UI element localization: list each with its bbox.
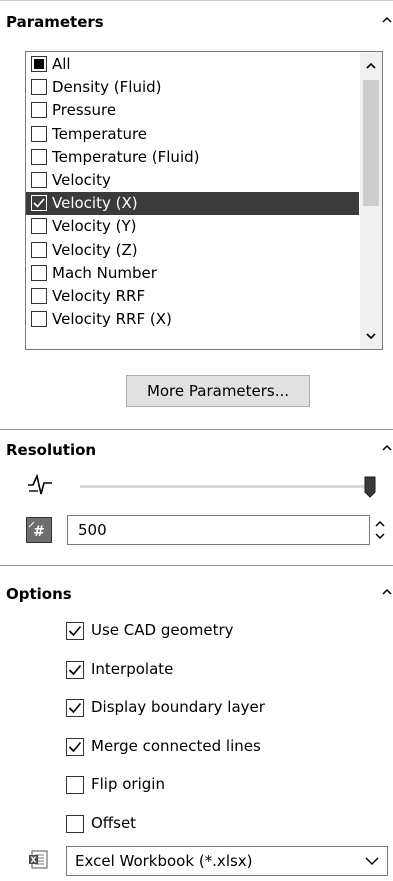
- option-checkbox[interactable]: [66, 776, 84, 794]
- parameter-list-item[interactable]: Temperature: [26, 123, 359, 146]
- option-flip-origin[interactable]: Flip origin: [66, 774, 366, 796]
- parameter-list-item[interactable]: Temperature (Fluid): [26, 146, 359, 169]
- parameter-checkbox[interactable]: [31, 241, 47, 258]
- option-label: Flip origin: [91, 775, 165, 793]
- parameter-checkbox[interactable]: [31, 79, 47, 96]
- parameter-checkbox[interactable]: [31, 311, 47, 328]
- resolution-title: Resolution: [6, 441, 97, 459]
- parameter-list-item[interactable]: All: [26, 53, 359, 76]
- scroll-down-arrow-icon[interactable]: [363, 328, 379, 344]
- parameter-label: Velocity (X): [52, 194, 138, 213]
- scrollbar-thumb[interactable]: [363, 80, 379, 206]
- top-border: [0, 0, 393, 1]
- parameter-checkbox[interactable]: [31, 172, 47, 188]
- section-divider: [0, 429, 393, 430]
- parameter-list-item[interactable]: Velocity RRF: [26, 285, 359, 308]
- export-format-value: Excel Workbook (*.xlsx): [75, 852, 253, 870]
- option-merge-connected-lines[interactable]: Merge connected lines: [66, 736, 366, 758]
- chevron-down-icon: [365, 857, 379, 865]
- parameter-checkbox[interactable]: [31, 148, 47, 165]
- scroll-up-arrow-icon[interactable]: [363, 58, 379, 74]
- option-checkbox[interactable]: [66, 814, 84, 833]
- parameter-label: Mach Number: [52, 263, 157, 282]
- option-checkbox[interactable]: [66, 622, 84, 640]
- parameter-label: Velocity (Y): [52, 217, 137, 236]
- parameters-list[interactable]: All Density (Fluid) Pressure Temperature Tem…: [25, 51, 383, 350]
- parameter-label: Density (Fluid): [52, 78, 162, 97]
- parameter-label: Velocity RRF: [52, 287, 146, 305]
- option-label: Display boundary layer: [91, 698, 265, 716]
- options-title: Options: [6, 585, 72, 603]
- collapse-up-icon[interactable]: [379, 12, 393, 28]
- option-checkbox[interactable]: [66, 660, 84, 679]
- parameter-checkbox[interactable]: [31, 56, 47, 72]
- option-display-boundary-layer[interactable]: Display boundary layer: [66, 697, 366, 719]
- option-offset[interactable]: Offset: [66, 813, 366, 835]
- option-checkbox[interactable]: [66, 737, 84, 756]
- parameter-checkbox[interactable]: [31, 288, 47, 304]
- parameter-checkbox[interactable]: [31, 264, 47, 281]
- parameter-checkbox[interactable]: [31, 102, 47, 119]
- parameter-list-item[interactable]: Pressure: [26, 99, 359, 122]
- parameter-list-item[interactable]: Velocity (Y): [26, 215, 359, 238]
- svg-text:X: X: [30, 856, 37, 865]
- export-format-select[interactable]: Excel Workbook (*.xlsx): [66, 846, 388, 876]
- parameter-label: Velocity (Z): [52, 240, 138, 259]
- option-use-cad-geometry[interactable]: Use CAD geometry: [66, 620, 366, 642]
- parameter-label: Velocity RRF (X): [52, 310, 172, 329]
- parameter-checkbox[interactable]: [31, 125, 47, 142]
- option-checkbox[interactable]: [66, 699, 84, 717]
- option-label: Offset: [91, 813, 137, 832]
- option-interpolate[interactable]: Interpolate: [66, 659, 366, 681]
- resolution-value-input[interactable]: [78, 521, 358, 539]
- parameters-section-header[interactable]: Parameters: [0, 8, 393, 38]
- parameter-list-item[interactable]: Density (Fluid): [26, 76, 359, 99]
- resolution-slider-track[interactable]: [80, 485, 370, 488]
- parameters-scrollbar[interactable]: [360, 52, 382, 349]
- parameter-list-item[interactable]: Velocity: [26, 169, 359, 192]
- svg-text:#: #: [33, 524, 45, 540]
- parameter-label: All: [52, 55, 71, 73]
- resolution-section-header[interactable]: Resolution: [0, 436, 393, 466]
- number-entry-icon[interactable]: #: [26, 517, 52, 543]
- parameter-checkbox[interactable]: [31, 195, 47, 212]
- resolution-icon: [28, 473, 52, 495]
- parameter-list-item[interactable]: Mach Number: [26, 262, 359, 285]
- option-label: Use CAD geometry: [91, 621, 234, 639]
- collapse-up-icon[interactable]: [379, 440, 393, 456]
- parameter-list-item[interactable]: Velocity (Z): [26, 239, 359, 262]
- section-divider: [0, 565, 393, 566]
- option-label: Interpolate: [91, 659, 174, 678]
- option-label: Merge connected lines: [91, 736, 261, 755]
- spinner-icon[interactable]: [372, 515, 388, 545]
- excel-export-icon: X: [29, 850, 48, 869]
- more-parameters-button[interactable]: More Parameters...: [126, 375, 310, 407]
- parameter-label: Temperature: [52, 124, 148, 143]
- parameter-label: Velocity: [52, 171, 111, 189]
- parameter-checkbox[interactable]: [31, 218, 47, 235]
- collapse-up-icon[interactable]: [379, 584, 393, 600]
- parameter-list-item[interactable]: Velocity (X): [26, 192, 359, 216]
- parameter-label: Temperature (Fluid): [52, 147, 200, 166]
- options-section-header[interactable]: Options: [0, 580, 393, 610]
- parameter-list-item[interactable]: Velocity RRF (X): [26, 308, 359, 331]
- parameters-title: Parameters: [6, 13, 104, 31]
- resolution-slider-thumb[interactable]: [364, 476, 376, 498]
- resolution-value-field[interactable]: [67, 515, 370, 545]
- parameter-label: Pressure: [52, 101, 117, 120]
